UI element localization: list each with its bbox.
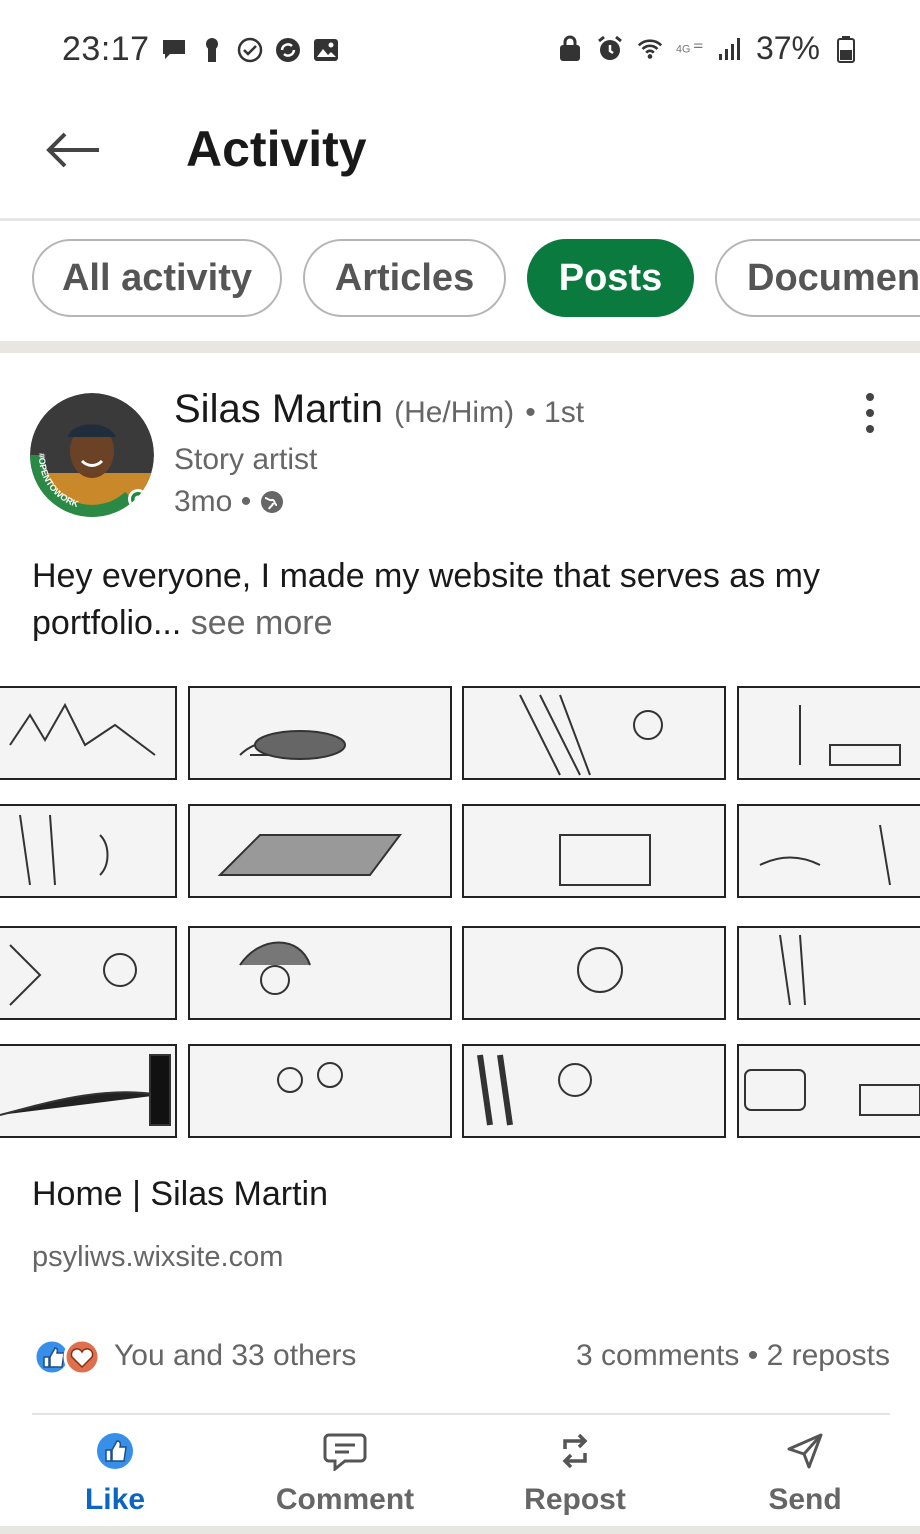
filter-articles[interactable]: Articles [303, 239, 506, 317]
repost-button[interactable]: Repost [485, 1429, 665, 1517]
lte-icon: 4G [676, 35, 704, 63]
repost-icon [553, 1429, 597, 1473]
link-title[interactable]: Home | Silas Martin [32, 1175, 328, 1214]
filter-all-activity[interactable]: All activity [32, 239, 282, 317]
svg-text:4G: 4G [676, 43, 690, 55]
back-button[interactable] [40, 122, 104, 178]
thumbs-up-icon [93, 1429, 137, 1473]
section-divider [0, 341, 920, 353]
arrow-left-icon [46, 132, 99, 168]
globe-icon [261, 491, 284, 513]
see-more-link[interactable]: see more [191, 604, 333, 642]
repost-label: Repost [524, 1483, 626, 1516]
alarm-icon [596, 35, 624, 63]
sync-icon [274, 36, 302, 64]
keyhole-icon [198, 36, 226, 64]
check-circle-icon [236, 36, 264, 64]
status-bar: 23:17 4G 37% [0, 0, 920, 100]
battery-percentage: 37% [755, 30, 820, 66]
social-counts: You and 33 others 3 comments • 2 reposts [32, 1335, 890, 1379]
message-icon [160, 36, 188, 64]
comments-reposts-count[interactable]: 3 comments • 2 reposts [576, 1339, 890, 1373]
page-title: Activity [186, 121, 367, 177]
connection-degree: • 1st [525, 396, 585, 429]
author-pronouns: (He/Him) [394, 396, 515, 429]
action-divider [32, 1413, 890, 1415]
filter-documents[interactable]: Documen [715, 239, 920, 317]
bottom-divider [0, 1526, 920, 1534]
like-button[interactable]: Like [25, 1429, 205, 1517]
post-body: Hey everyone, I made my website that ser… [32, 557, 820, 642]
wifi-icon [636, 35, 664, 63]
comment-icon [323, 1429, 367, 1473]
author-name[interactable]: Silas Martin [174, 387, 383, 431]
dot [866, 425, 874, 433]
comment-label: Comment [275, 1483, 415, 1516]
send-button[interactable]: Send [715, 1429, 895, 1517]
filter-posts[interactable]: Posts [527, 239, 694, 317]
send-icon [783, 1429, 827, 1473]
reaction-icons[interactable] [32, 1335, 104, 1379]
filter-bar: All activity Articles Posts Documen [0, 221, 920, 341]
post-text: Hey everyone, I made my website that ser… [32, 553, 892, 647]
send-label: Send [768, 1483, 842, 1516]
app-header: Activity [0, 100, 920, 221]
reaction-count[interactable]: You and 33 others [114, 1339, 356, 1373]
image-icon [312, 36, 340, 64]
more-options-button[interactable] [852, 393, 888, 433]
action-bar: Like Comment Repost Send [0, 1421, 920, 1533]
notification-icons [160, 36, 340, 64]
dot [866, 393, 874, 401]
lock-icon [556, 35, 584, 63]
like-label: Like [84, 1483, 146, 1516]
author-name-line[interactable]: Silas Martin (He/Him) • 1st [174, 387, 584, 432]
link-preview-image[interactable] [0, 685, 920, 1145]
system-icons: 4G 37% [556, 30, 860, 67]
reactions-icon [33, 1338, 101, 1376]
dot [866, 409, 874, 417]
status-time: 23:17 [62, 30, 150, 68]
comment-button[interactable]: Comment [255, 1429, 435, 1517]
link-url[interactable]: psyliws.wixsite.com [32, 1241, 283, 1274]
author-headline: Story artist [174, 443, 318, 476]
post-timestamp: 3mo • [174, 485, 285, 519]
author-avatar[interactable]: #OPENTOWORK [30, 393, 154, 517]
signal-icon [716, 35, 744, 63]
post-time: 3mo • [174, 485, 252, 518]
battery-icon [832, 35, 860, 63]
